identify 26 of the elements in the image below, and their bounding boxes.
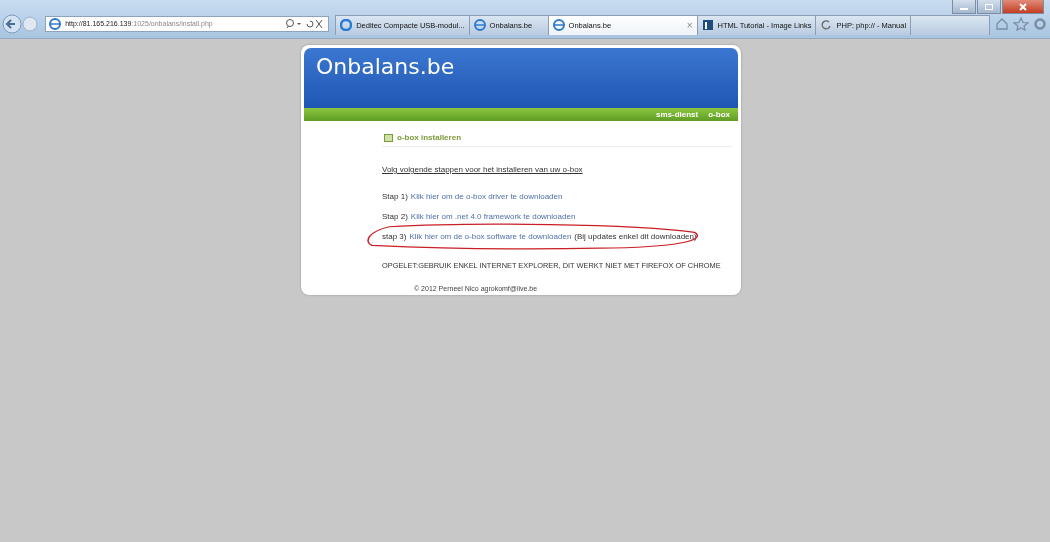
- step-note: (Bij updates enkel dit downloaden): [574, 232, 697, 241]
- section-heading: o-box installeren: [397, 133, 461, 142]
- intro-link[interactable]: Volg volgende stappen voor het installeren van uw o-box: [382, 165, 583, 174]
- site-title: Onbalans.be: [316, 54, 455, 79]
- reload-icon: [820, 19, 833, 31]
- square-logo-icon: [701, 19, 714, 31]
- maximize-button[interactable]: [977, 0, 1001, 14]
- download-link[interactable]: Klik hier om de o-box software te downloaden: [409, 232, 572, 241]
- maximize-icon: [984, 2, 994, 11]
- download-link[interactable]: Klik hier om de o-box driver te downloaden: [410, 192, 563, 201]
- ie-icon: [552, 19, 565, 31]
- home-favorites-settings-icon[interactable]: [995, 16, 1046, 31]
- close-button[interactable]: [1002, 0, 1044, 14]
- close-icon: [1018, 2, 1028, 11]
- step-label: stap 3): [382, 232, 407, 241]
- tab-close-button[interactable]: ×: [686, 19, 693, 31]
- back-forward-icon[interactable]: [2, 13, 40, 34]
- step-label: Stap 2): [382, 212, 408, 221]
- download-link[interactable]: Klik hier om .net 4.0 framework te downloaden: [410, 212, 576, 221]
- step-label: Stap 1): [382, 192, 408, 201]
- minimize-button[interactable]: [952, 0, 976, 14]
- ie-icon: [49, 17, 62, 30]
- new-tab-button[interactable]: [910, 14, 991, 35]
- box-icon: [384, 133, 393, 142]
- ie-icon: [473, 19, 486, 31]
- ring-icon: [340, 19, 353, 31]
